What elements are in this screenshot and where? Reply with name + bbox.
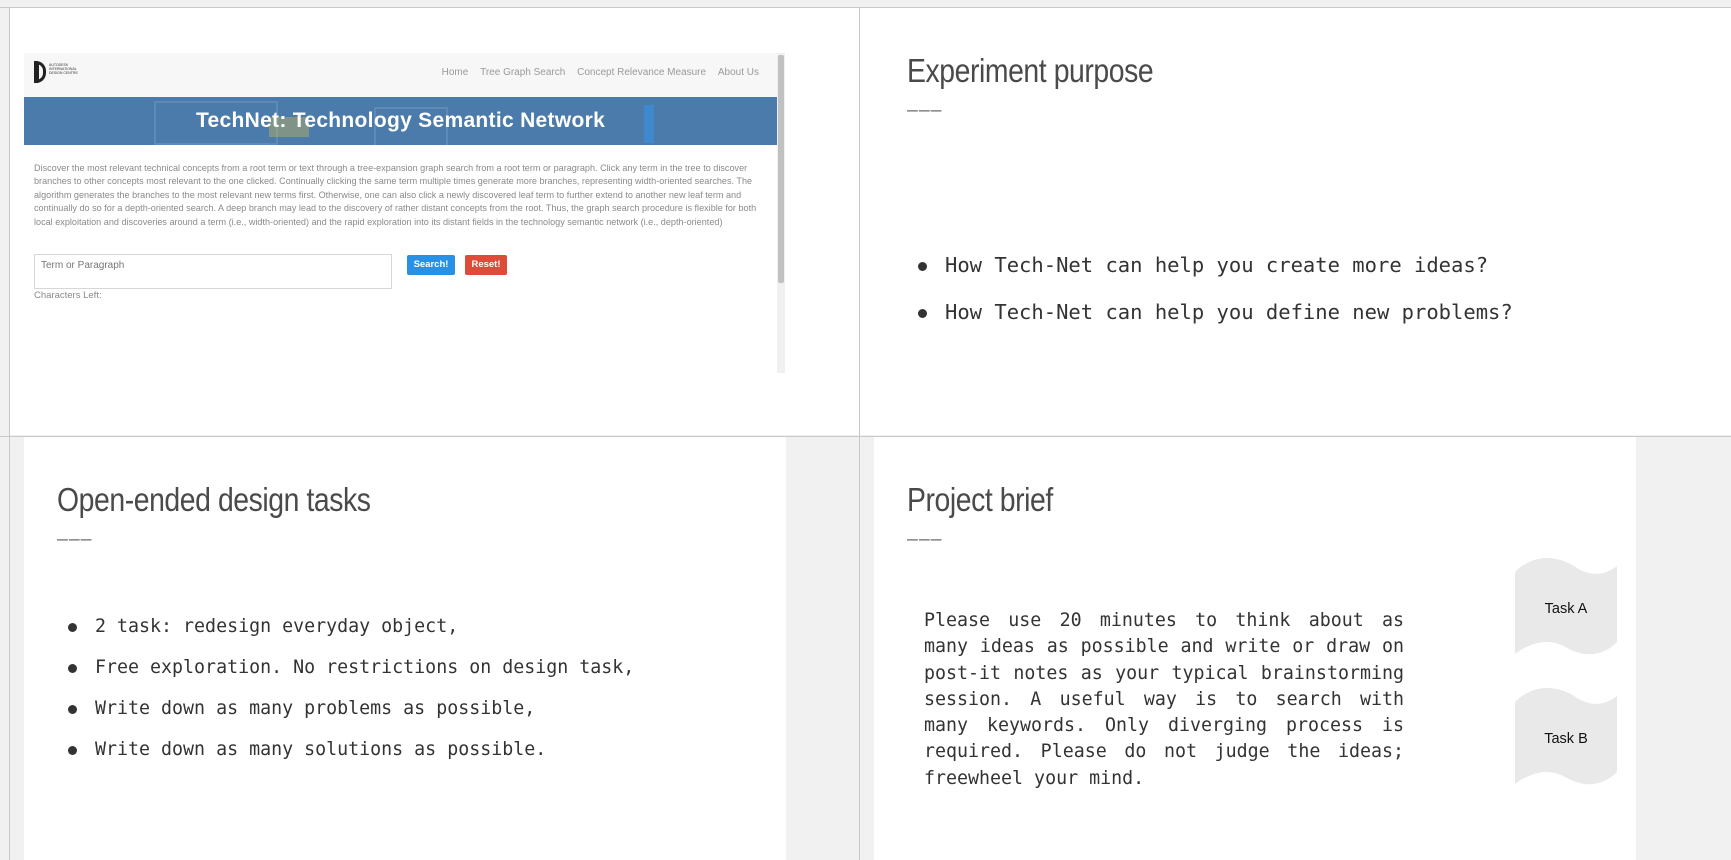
task-a-card: Task A [1515,558,1617,660]
design-tasks-title: Open-ended design tasks [57,481,371,518]
scrollbar-thumb[interactable] [778,55,784,283]
design-tasks-bullets: 2 task: redesign everyday object, Free e… [68,606,634,770]
reset-button[interactable]: Reset! [465,255,507,275]
search-button[interactable]: Search! [407,255,455,275]
list-item: Write down as many solutions as possible… [68,729,634,770]
list-item: Write down as many problems as possible, [68,688,634,729]
brief-title: Project brief [907,481,1053,518]
nav-about-us[interactable]: About Us [718,67,759,78]
technet-screenshot: AUTODESK INTERNATIONAL DESIGN CENTRE Hom… [24,53,785,373]
bullet-icon [918,261,927,271]
brief-title-underline: ——— [907,529,943,550]
bullet-icon [68,622,77,632]
nav-concept-relevance[interactable]: Concept Relevance Measure [577,67,706,78]
task-b-label: Task B [1544,731,1588,747]
technet-navbar: AUTODESK INTERNATIONAL DESIGN CENTRE Hom… [24,53,777,99]
technet-logo[interactable]: AUTODESK INTERNATIONAL DESIGN CENTRE [34,61,78,87]
logo-mark-icon [34,61,46,83]
task-a-label: Task A [1544,601,1588,617]
experiment-bullets: How Tech-Net can help you create more id… [918,242,1513,336]
logo-text: AUTODESK INTERNATIONAL DESIGN CENTRE [49,63,78,76]
list-item: Free exploration. No restrictions on des… [68,647,634,688]
list-item: How Tech-Net can help you define new pro… [918,289,1513,336]
characters-left-label: Characters Left: [34,290,102,301]
brief-text: Please use 20 minutes to think about as … [924,610,1404,789]
nav-home[interactable]: Home [442,67,469,78]
design-tasks-title-underline: ——— [57,529,93,550]
experiment-title-underline: ——— [907,100,943,121]
scrollbar[interactable] [777,53,785,373]
technet-description: Discover the most relevant technical con… [34,163,757,227]
task-b-card: Task B [1515,688,1617,790]
technet-title: TechNet: Technology Semantic Network [195,109,606,132]
technet-banner: TechNet: Technology Semantic Network [24,97,777,145]
grid-line-middle [0,436,1731,437]
grid-line-left [9,7,10,860]
list-item: 2 task: redesign everyday object, [68,606,634,647]
bullet-icon [918,308,927,318]
list-item: How Tech-Net can help you create more id… [918,242,1513,289]
grid-line-top [0,7,1731,8]
bullet-icon [68,745,77,755]
bullet-icon [68,663,77,673]
experiment-title: Experiment purpose [907,52,1154,89]
nav-tree-graph-search[interactable]: Tree Graph Search [480,67,565,78]
grid-line-center [859,7,860,860]
bullet-icon [68,704,77,714]
term-input[interactable]: Term or Paragraph [34,254,392,289]
technet-nav-menu: Home Tree Graph Search Concept Relevance… [433,67,759,78]
